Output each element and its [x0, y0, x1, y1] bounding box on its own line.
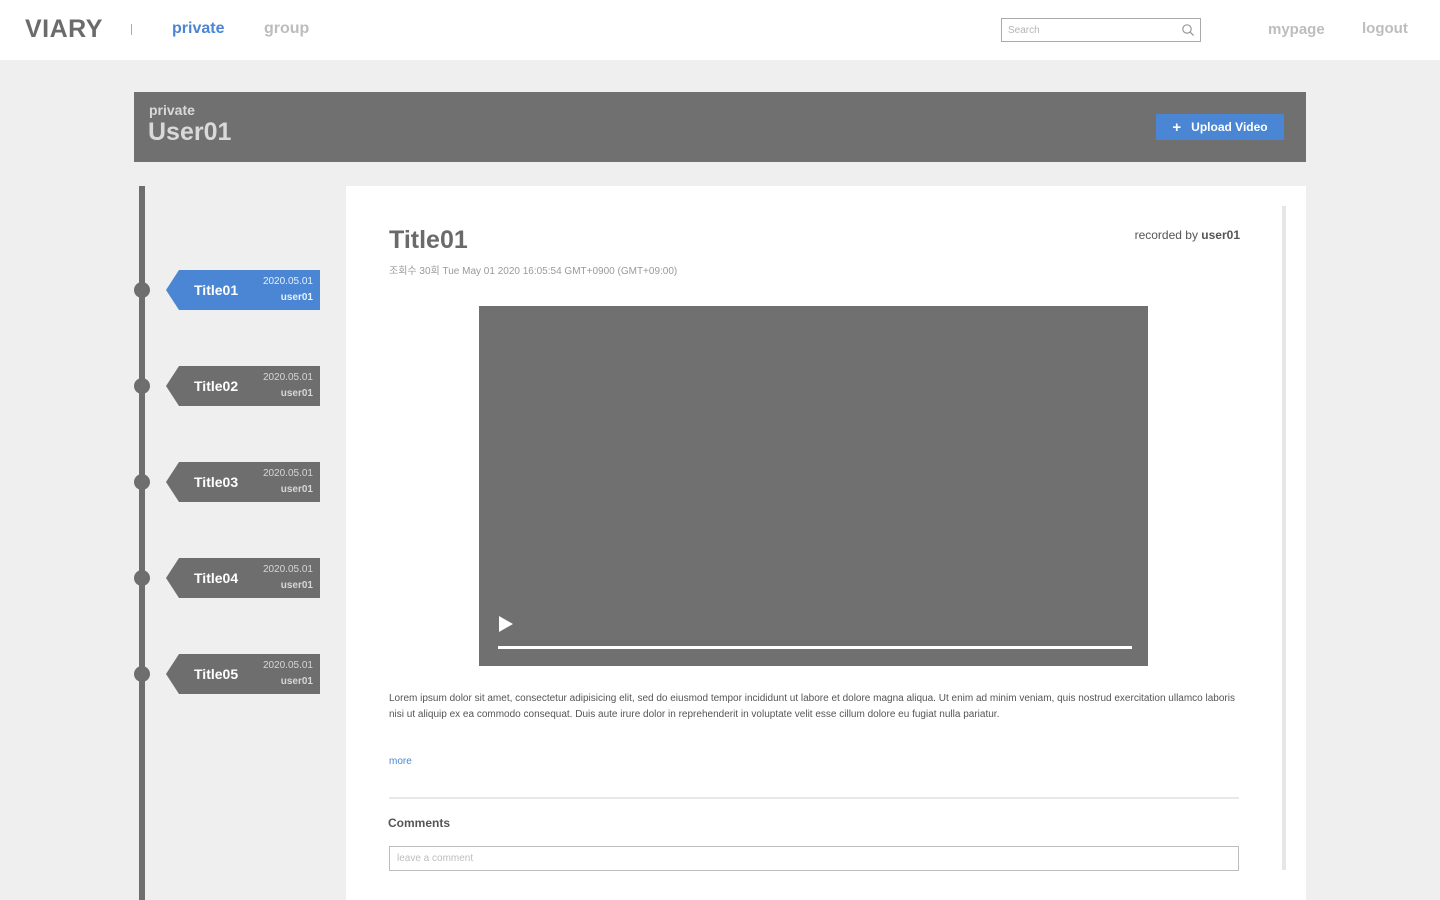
- comments-heading: Comments: [388, 816, 451, 830]
- post-description: Lorem ipsum dolor sit amet, consectetur …: [389, 693, 1235, 720]
- search-box: [1001, 18, 1201, 42]
- timeline-item-title03[interactable]: Title03 2020.05.01 user01: [166, 462, 320, 502]
- section-label: private: [149, 102, 195, 118]
- nav-logout-link[interactable]: logout: [1362, 20, 1408, 37]
- recorded-by: recorded by user01: [1135, 228, 1240, 242]
- logo[interactable]: VIARY: [25, 15, 103, 44]
- timeline-dot: [134, 474, 150, 490]
- timeline-item-user: user01: [280, 580, 313, 591]
- timeline-item-title: Title05: [194, 666, 239, 682]
- play-icon[interactable]: [499, 616, 513, 632]
- divider: [389, 797, 1239, 799]
- timeline-item-title05[interactable]: Title05 2020.05.01 user01: [166, 654, 320, 694]
- timeline-item-title: Title01: [194, 282, 239, 298]
- post-card: Title01 recorded by user01 조회수 30회 Tue M…: [346, 186, 1306, 900]
- timeline-dot: [134, 666, 150, 682]
- timeline-item-user: user01: [280, 484, 313, 495]
- search-icon[interactable]: [1181, 23, 1195, 37]
- timeline-item-title02[interactable]: Title02 2020.05.01 user01: [166, 366, 320, 406]
- video-player[interactable]: [479, 306, 1148, 666]
- nav-group-link[interactable]: group: [264, 20, 309, 38]
- timeline-item-title: Title04: [194, 570, 239, 586]
- timeline-item-user: user01: [280, 292, 313, 303]
- timeline-item-user: user01: [280, 676, 313, 687]
- timeline-dot: [134, 570, 150, 586]
- top-nav: VIARY private group mypage logout: [0, 0, 1440, 60]
- plus-icon: +: [1172, 118, 1182, 136]
- video-progress-bar[interactable]: [498, 646, 1132, 649]
- timeline-dot: [134, 282, 150, 298]
- recorded-by-user: user01: [1201, 228, 1240, 242]
- upload-video-button[interactable]: + Upload Video: [1156, 114, 1284, 140]
- recorded-by-prefix: recorded by: [1134, 228, 1198, 242]
- more-link[interactable]: more: [389, 756, 412, 767]
- nav-private-link[interactable]: private: [172, 20, 224, 38]
- page-title: User01: [148, 118, 232, 146]
- timeline-item-date: 2020.05.01: [262, 468, 313, 479]
- timeline-item-title04[interactable]: Title04 2020.05.01 user01: [166, 558, 320, 598]
- timeline-item-date: 2020.05.01: [262, 276, 313, 287]
- timeline-item-date: 2020.05.01: [262, 660, 313, 671]
- search-input[interactable]: [1002, 19, 1178, 41]
- timeline-item-date: 2020.05.01: [262, 564, 313, 575]
- post-meta: 조회수 30회 Tue May 01 2020 16:05:54 GMT+090…: [389, 266, 678, 277]
- timeline-item-date: 2020.05.01: [262, 372, 313, 383]
- nav-separator: [131, 24, 132, 35]
- timeline-item-title: Title02: [194, 378, 239, 394]
- scrollbar[interactable]: [1282, 206, 1286, 870]
- post-title: Title01: [389, 226, 468, 254]
- timeline-item-title: Title03: [194, 474, 239, 490]
- page-header: private User01 + Upload Video: [134, 92, 1306, 162]
- timeline-item-title01[interactable]: Title01 2020.05.01 user01: [166, 270, 320, 310]
- comment-input[interactable]: [389, 846, 1239, 871]
- timeline-item-user: user01: [280, 388, 313, 399]
- timeline-dot: [134, 378, 150, 394]
- upload-video-label: Upload Video: [1191, 120, 1268, 134]
- nav-mypage-link[interactable]: mypage: [1268, 21, 1325, 38]
